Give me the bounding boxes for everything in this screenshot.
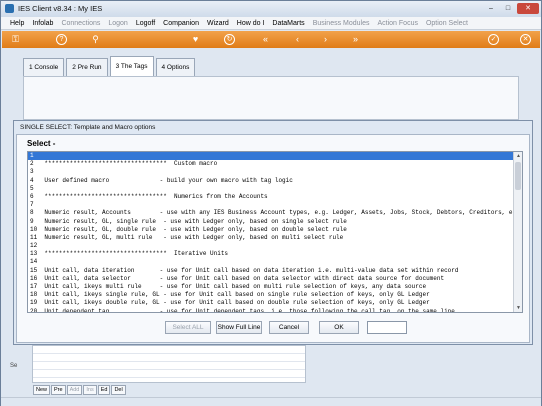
list-item[interactable]: 19 Unit call, ikeys double rule, GL - us… bbox=[28, 299, 514, 307]
show-full-line-button[interactable]: Show Full Line bbox=[216, 321, 262, 334]
grid-row bbox=[33, 362, 305, 370]
check-icon[interactable]: ✓ bbox=[488, 34, 499, 45]
nav-button-ed[interactable]: Ed bbox=[97, 385, 111, 395]
close-window-button[interactable]: ✕ bbox=[517, 3, 539, 14]
nav-button-ins[interactable]: Ins bbox=[83, 385, 97, 395]
select-all-button[interactable]: Select ALL bbox=[165, 321, 211, 334]
refresh-icon[interactable]: ↻ bbox=[224, 34, 235, 45]
list-item[interactable]: 8 Numeric result, Accounts - use with an… bbox=[28, 209, 514, 217]
grid-row bbox=[33, 354, 305, 362]
nav-button-new[interactable]: New bbox=[33, 385, 51, 395]
side-label: Se bbox=[10, 363, 18, 369]
forward-icon[interactable]: › bbox=[320, 34, 331, 45]
list-item[interactable]: 15 Unit call, data iteration - use for U… bbox=[28, 267, 514, 275]
menu-item-action-focus[interactable]: Action Focus bbox=[374, 17, 422, 30]
list-item[interactable]: 20 Unit dependent tag - use for Unit dep… bbox=[28, 308, 514, 312]
list-item[interactable]: 2 ********************************** Cus… bbox=[28, 160, 514, 168]
tab-3-the-tags[interactable]: 3 The Tags bbox=[109, 56, 154, 76]
grid-row bbox=[33, 370, 305, 378]
key-icon[interactable]: ⚿ bbox=[10, 34, 21, 45]
list-item[interactable]: 16 Unit call, data selector - use for Un… bbox=[28, 275, 514, 283]
back-icon[interactable]: ‹ bbox=[292, 34, 303, 45]
menu-item-help[interactable]: Help bbox=[6, 17, 28, 30]
single-select-dialog: SINGLE SELECT: Template and Macro option… bbox=[13, 120, 533, 345]
heart-icon[interactable]: ♥ bbox=[190, 34, 201, 45]
scroll-thumb[interactable] bbox=[515, 162, 521, 190]
rewind-icon[interactable]: « bbox=[260, 34, 271, 45]
scroll-up-icon[interactable]: ▲ bbox=[514, 152, 522, 160]
list-item[interactable]: 3 bbox=[28, 168, 514, 176]
help-icon[interactable]: ? bbox=[56, 34, 67, 45]
menu-item-option-select[interactable]: Option Select bbox=[422, 17, 472, 30]
maximize-button[interactable]: □ bbox=[500, 3, 516, 14]
list-item[interactable]: 9 Numeric result, GL, single rule - use … bbox=[28, 218, 514, 226]
tab-1-console[interactable]: 1 Console bbox=[23, 58, 65, 76]
value-input[interactable] bbox=[367, 321, 407, 334]
menu-item-datamarts[interactable]: DataMarts bbox=[268, 17, 308, 30]
list-item[interactable]: 4 User defined macro - build your own ma… bbox=[28, 177, 514, 185]
fast-forward-icon[interactable]: » bbox=[350, 34, 361, 45]
dialog-body: Select - 12 ****************************… bbox=[16, 134, 530, 343]
title-bar[interactable]: IES Client v8.34 : My IES – □ ✕ bbox=[1, 1, 541, 17]
macro-list-lines: 12 ********************************** Cu… bbox=[28, 152, 514, 312]
list-item[interactable]: 7 bbox=[28, 201, 514, 209]
menu-item-wizard[interactable]: Wizard bbox=[203, 17, 233, 30]
app-window: IES Client v8.34 : My IES – □ ✕ Help Info… bbox=[0, 0, 542, 406]
nav-button-pre[interactable]: Pre bbox=[51, 385, 66, 395]
macro-list[interactable]: 12 ********************************** Cu… bbox=[27, 151, 523, 313]
nav-button-add[interactable]: Add bbox=[66, 385, 83, 395]
list-item[interactable]: 10 Numeric result, GL, double rule - use… bbox=[28, 226, 514, 234]
minimize-button[interactable]: – bbox=[483, 3, 499, 14]
menu-item-companion[interactable]: Companion bbox=[159, 17, 203, 30]
list-item[interactable]: 17 Unit call, ikeys multi rule - use for… bbox=[28, 283, 514, 291]
list-item[interactable]: 11 Numeric result, GL, multi rule - use … bbox=[28, 234, 514, 242]
menu-item-business-modules[interactable]: Business Modules bbox=[309, 17, 374, 30]
menu-item-logon[interactable]: Logon bbox=[104, 17, 131, 30]
status-bar bbox=[1, 397, 541, 406]
close-icon[interactable]: ✕ bbox=[520, 34, 531, 45]
dialog-title: SINGLE SELECT: Template and Macro option… bbox=[20, 124, 156, 131]
menu-item-infolab[interactable]: Infolab bbox=[28, 17, 57, 30]
ok-button[interactable]: OK bbox=[319, 321, 359, 334]
list-item[interactable]: 5 bbox=[28, 185, 514, 193]
left-background-strip bbox=[13, 345, 32, 395]
background-grid bbox=[32, 345, 306, 383]
list-item[interactable]: 18 Unit call, ikeys single rule, GL - us… bbox=[28, 291, 514, 299]
nav-button-del[interactable]: Del bbox=[111, 385, 126, 395]
tab-strip: 1 Console 2 Pre Run 3 The Tags 4 Options bbox=[23, 56, 196, 76]
list-item[interactable]: 14 bbox=[28, 258, 514, 266]
select-label: Select - bbox=[27, 139, 56, 148]
vertical-scrollbar[interactable]: ▲ ▼ bbox=[513, 152, 522, 312]
list-item[interactable]: 6 ********************************** Num… bbox=[28, 193, 514, 201]
record-nav-row: New Pre Add Ins Ed Del bbox=[33, 385, 126, 395]
tab-4-options[interactable]: 4 Options bbox=[155, 58, 196, 76]
menu-item-logoff[interactable]: Logoff bbox=[132, 17, 159, 30]
tab-panel bbox=[23, 76, 519, 120]
app-logo-icon bbox=[5, 4, 14, 13]
list-item[interactable]: 12 bbox=[28, 242, 514, 250]
cancel-button[interactable]: Cancel bbox=[269, 321, 309, 334]
toolbar: ⚿? ⚲ ♥ ↻ « ‹ › » ✓ ✕ bbox=[2, 31, 540, 48]
menu-bar: Help Infolab Connections Logon Logoff Compani… bbox=[1, 17, 541, 30]
list-item[interactable]: 1 bbox=[28, 152, 514, 161]
tab-area: 1 Console 2 Pre Run 3 The Tags 4 Options bbox=[13, 50, 531, 120]
scroll-down-icon[interactable]: ▼ bbox=[514, 304, 522, 312]
grid-row bbox=[33, 346, 305, 354]
window-title: IES Client v8.34 : My IES bbox=[18, 4, 103, 13]
tab-2-pre-run[interactable]: 2 Pre Run bbox=[66, 58, 108, 76]
menu-item-connections[interactable]: Connections bbox=[57, 17, 104, 30]
search-icon[interactable]: ⚲ bbox=[90, 34, 101, 45]
menu-item-how-do-i[interactable]: How do I bbox=[233, 17, 269, 30]
list-item[interactable]: 13 ********************************** It… bbox=[28, 250, 514, 258]
dialog-button-row: Select ALL Show Full Line Cancel OK bbox=[17, 321, 529, 335]
